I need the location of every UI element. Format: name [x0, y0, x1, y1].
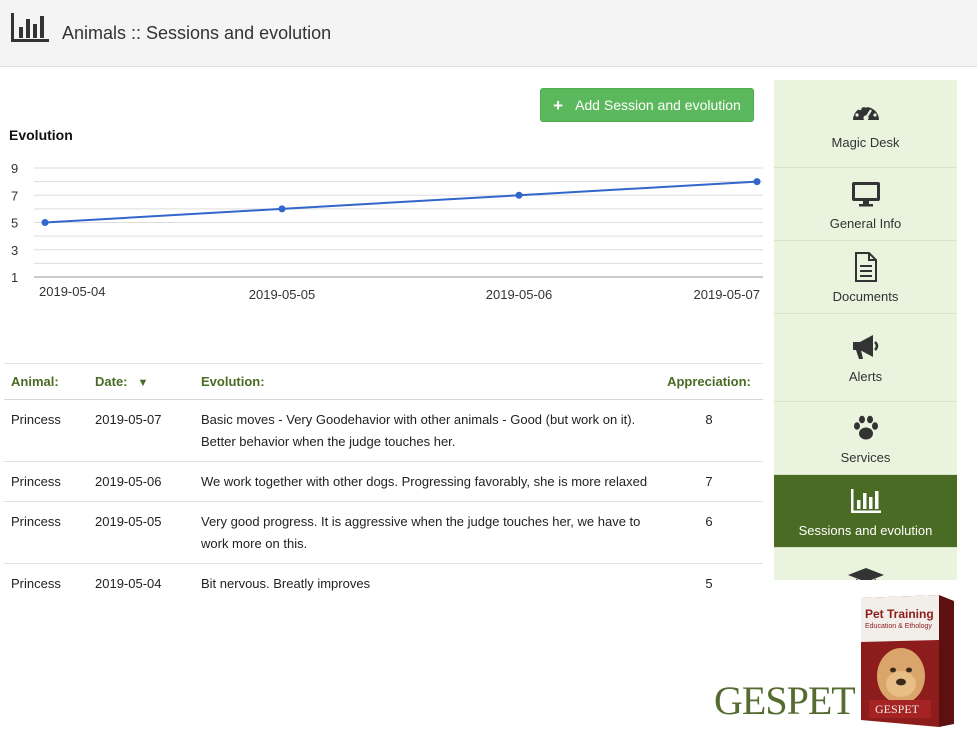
- column-header-appreciation[interactable]: Appreciation:: [655, 363, 763, 400]
- cell-date: 2019-05-07: [88, 399, 194, 462]
- column-header-animal[interactable]: Animal:: [4, 363, 88, 400]
- sidebar-item-label: Documents: [832, 288, 899, 304]
- cell-date: 2019-05-06: [88, 461, 194, 502]
- cell-appreciation: 8: [655, 399, 763, 462]
- x-tick-label: 2019-05-07: [694, 287, 761, 302]
- sidebar-item-label: General Info: [829, 215, 902, 231]
- y-tick-label: 7: [11, 188, 18, 203]
- page-header: Animals :: Sessions and evolution: [0, 0, 977, 67]
- column-header-date[interactable]: Date: ▼: [88, 363, 194, 400]
- sidebar-item-training[interactable]: [774, 560, 957, 580]
- cell-appreciation: 7: [655, 461, 763, 502]
- sidebar-item-magic-desk[interactable]: Magic Desk: [774, 80, 957, 168]
- x-tick-label: 2019-05-05: [249, 287, 316, 302]
- table-row[interactable]: Princess 2019-05-06 We work together wit…: [4, 461, 763, 502]
- sidebar-item-general-info[interactable]: General Info: [774, 168, 957, 241]
- cell-appreciation: 6: [655, 501, 763, 564]
- add-session-label: Add Session and evolution: [575, 97, 741, 113]
- evolution-chart: 1 3 5 7 9 2019-05-04 2019-05-05 2019-05-06 2019-…: [11, 161, 763, 302]
- y-tick-label: 9: [11, 161, 18, 176]
- y-tick-label: 3: [11, 243, 18, 258]
- bar-chart-icon: [850, 485, 882, 517]
- cell-animal: Princess: [4, 501, 88, 564]
- data-point: [41, 219, 49, 226]
- sort-desc-icon[interactable]: ▼: [138, 377, 149, 389]
- cell-evolution: We work together with other dogs. Progre…: [194, 461, 655, 502]
- paw-icon: [852, 412, 880, 444]
- dashboard-icon: [851, 97, 881, 129]
- sidebar: Magic Desk General Info Documents Alerts…: [774, 80, 957, 580]
- sessions-table: Animal: Date: ▼ Evolution: Appreciation: …: [4, 363, 763, 603]
- monitor-icon: [851, 178, 881, 210]
- sidebar-item-sessions[interactable]: Sessions and evolution: [774, 475, 957, 548]
- graduation-cap-icon: [847, 564, 884, 580]
- cell-date: 2019-05-04: [95, 576, 162, 591]
- cell-evolution: Bit nervous. Breatly improves: [201, 576, 371, 591]
- table-row[interactable]: Princess 2019-05-07 Basic moves - Very G…: [4, 399, 763, 462]
- table-header-row: Animal: Date: ▼ Evolution: Appreciation:: [4, 363, 763, 400]
- cell-date: 2019-05-05: [88, 501, 194, 564]
- product-logo: GESPET: [875, 702, 920, 716]
- series-line: [44, 180, 758, 224]
- y-tick-label: 1: [11, 270, 18, 285]
- cell-appreciation: 5: [705, 576, 713, 591]
- product-title: Pet Training: [865, 607, 934, 621]
- x-tick-label: 2019-05-06: [486, 287, 553, 302]
- sidebar-item-alerts[interactable]: Alerts: [774, 314, 957, 402]
- data-point: [278, 205, 286, 213]
- plus-icon: +: [553, 95, 564, 115]
- page-title: Animals :: Sessions and evolution: [62, 23, 332, 43]
- sidebar-item-label: Alerts: [848, 369, 883, 384]
- product-box-image: Pet Training Education & Ethology GESPET: [857, 594, 957, 735]
- sidebar-item-label: Services: [840, 449, 891, 465]
- product-subtitle: Education & Ethology: [865, 623, 932, 630]
- column-header-evolution[interactable]: Evolution:: [194, 363, 655, 400]
- sidebar-item-label: Magic Desk: [831, 135, 900, 150]
- sidebar-item-label: Sessions and evolution: [798, 522, 933, 538]
- table-row[interactable]: Princess 2019-05-05 Very good progress. …: [4, 501, 763, 564]
- data-point: [515, 191, 523, 199]
- add-session-button[interactable]: + Add Session and evolution: [540, 88, 754, 122]
- cell-evolution: Very good progress. It is aggressive whe…: [194, 501, 655, 564]
- megaphone-icon: [851, 331, 881, 363]
- data-point: [753, 178, 761, 186]
- table-row[interactable]: Princess 2019-05-04 Bit nervous. Breatly…: [4, 564, 763, 604]
- sidebar-item-documents[interactable]: Documents: [774, 241, 957, 314]
- cell-animal: Princess: [11, 576, 61, 591]
- sidebar-item-services[interactable]: Services: [774, 402, 957, 475]
- cell-animal: Princess: [4, 399, 88, 462]
- cell-animal: Princess: [4, 461, 88, 502]
- x-tick-label: 2019-05-04: [39, 284, 106, 299]
- y-tick-label: 5: [11, 216, 18, 231]
- cell-evolution: Basic moves - Very Goodehavior with othe…: [194, 399, 655, 462]
- document-icon: [853, 251, 879, 283]
- chart-title: Evolution: [9, 127, 73, 143]
- bar-chart-icon: [10, 13, 50, 48]
- gespet-logo: GESPET: [714, 678, 856, 723]
